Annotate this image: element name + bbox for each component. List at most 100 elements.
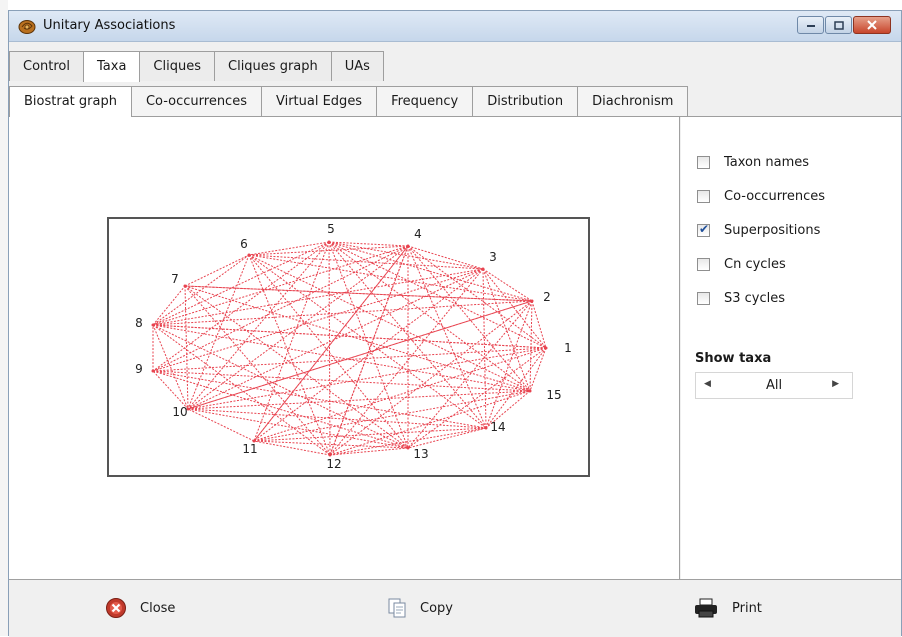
copy-icon xyxy=(388,598,406,618)
tab-co-occurrences[interactable]: Co-occurrences xyxy=(130,86,262,116)
graph-node-label-1: 1 xyxy=(564,341,572,355)
superpositions-option[interactable]: Superpositions xyxy=(697,222,820,238)
sub-tabs: Biostrat graph Co-occurrences Virtual Ed… xyxy=(9,86,689,117)
tab-control[interactable]: Control xyxy=(9,51,84,81)
graph-node-8 xyxy=(151,323,155,327)
graph-node-label-13: 13 xyxy=(413,447,428,461)
graph-node-label-3: 3 xyxy=(489,250,497,264)
tab-biostrat-graph[interactable]: Biostrat graph xyxy=(9,86,132,117)
graph-edge-4-15 xyxy=(407,245,531,392)
graph-edge-2-13 xyxy=(407,300,533,449)
graph-edge-2-15 xyxy=(529,300,533,392)
graph-node-label-14: 14 xyxy=(490,420,505,434)
graph-node-label-10: 10 xyxy=(172,405,187,419)
bottom-toolbar: Close Copy Print xyxy=(9,579,901,637)
graph-edge-4-14 xyxy=(407,245,487,429)
biostrat-graph-frame: 1 2 3 4 5 6 7 8 9 10 11 12 13 14 15 xyxy=(107,217,590,477)
app-window: Unitary Associations Control Taxa Clique… xyxy=(8,10,902,637)
s3-cycles-option[interactable]: S3 cycles xyxy=(697,291,785,306)
graph-node-13 xyxy=(406,446,410,450)
copy-label: Copy xyxy=(420,600,453,616)
graph-edge-14-13 xyxy=(407,427,487,449)
tab-frequency[interactable]: Frequency xyxy=(376,86,474,116)
taxon-names-option[interactable]: Taxon names xyxy=(697,155,809,170)
graph-edge-1-13 xyxy=(407,347,547,449)
graph-edge-9-14 xyxy=(152,370,487,429)
graph-node-14 xyxy=(484,426,488,430)
tab-taxa[interactable]: Taxa xyxy=(83,51,141,82)
graph-node-6 xyxy=(247,253,251,257)
graph-edge-5-13 xyxy=(328,241,409,449)
graph-edge-11-13 xyxy=(253,440,409,449)
graph-edge-7-15 xyxy=(184,285,531,392)
show-taxa-label: Show taxa xyxy=(695,351,772,366)
graph-node-label-5: 5 xyxy=(327,222,335,236)
graph-node-7 xyxy=(183,284,187,288)
graph-edge-3-2 xyxy=(482,268,533,302)
tab-page: 1 2 3 4 5 6 7 8 9 10 11 12 13 14 15 Taxon names Co-occ… xyxy=(9,116,901,580)
graph-node-3 xyxy=(481,267,485,271)
graph-node-9 xyxy=(151,369,155,373)
graph-node-label-7: 7 xyxy=(171,272,179,286)
tab-uas[interactable]: UAs xyxy=(330,51,384,81)
graph-edge-1-15 xyxy=(529,347,547,392)
s3-cycles-checkbox[interactable] xyxy=(697,292,710,305)
tab-distribution[interactable]: Distribution xyxy=(472,86,579,116)
printer-icon xyxy=(695,598,717,618)
maximize-button[interactable] xyxy=(825,16,852,34)
graph-node-1 xyxy=(544,346,548,350)
graph-node-label-8: 8 xyxy=(135,316,143,330)
arrow-right-icon[interactable]: ▶ xyxy=(832,379,839,389)
graph-edge-3-12 xyxy=(329,268,484,456)
graph-node-label-2: 2 xyxy=(543,290,551,304)
co-occurrences-checkbox[interactable] xyxy=(697,190,710,203)
print-label: Print xyxy=(732,600,762,616)
graph-edge-7-10 xyxy=(184,285,189,410)
show-taxa-spinner[interactable]: ◀ All ▶ xyxy=(695,372,853,399)
close-button[interactable]: Close xyxy=(105,597,175,619)
window-title: Unitary Associations xyxy=(43,18,176,33)
minimize-button[interactable] xyxy=(797,16,824,34)
print-button[interactable]: Print xyxy=(693,597,762,619)
graph-edge-7-6 xyxy=(184,254,250,287)
graph-node-4 xyxy=(406,244,410,248)
graph-node-label-4: 4 xyxy=(414,227,422,241)
minimize-icon xyxy=(806,25,815,27)
graph-edge-3-11 xyxy=(253,268,484,442)
graph-edge-5-12 xyxy=(328,241,331,456)
cn-cycles-checkbox[interactable] xyxy=(697,258,710,271)
s3-cycles-label: S3 cycles xyxy=(724,291,786,306)
copy-button[interactable]: Copy xyxy=(387,597,453,619)
tab-virtual-edges[interactable]: Virtual Edges xyxy=(260,86,378,116)
taxon-names-checkbox[interactable] xyxy=(697,156,710,169)
graph-edge-10-14 xyxy=(187,408,487,429)
taxon-names-label: Taxon names xyxy=(724,155,810,170)
close-circle-icon xyxy=(106,598,126,618)
graph-node-label-6: 6 xyxy=(240,237,248,251)
graph-edge-2-14 xyxy=(485,300,533,429)
tab-diachronism[interactable]: Diachronism xyxy=(577,86,689,116)
graph-node-label-11: 11 xyxy=(242,442,257,456)
close-window-button[interactable] xyxy=(853,16,891,34)
graph-edge-8-13 xyxy=(152,324,409,449)
close-icon xyxy=(867,20,877,30)
tab-cliques[interactable]: Cliques xyxy=(139,51,215,81)
cn-cycles-option[interactable]: Cn cycles xyxy=(697,257,786,272)
graph-node-5 xyxy=(327,240,331,244)
graph-node-label-9: 9 xyxy=(135,362,143,376)
maximize-icon xyxy=(833,20,844,30)
graph-edge-10-2 xyxy=(187,300,533,410)
graph-node-2 xyxy=(530,299,534,303)
title-bar[interactable]: Unitary Associations xyxy=(9,11,901,42)
close-label: Close xyxy=(140,600,176,616)
graph-edge-6-8 xyxy=(152,254,250,326)
show-taxa-value: All xyxy=(765,378,783,393)
graph-edge-3-10 xyxy=(187,268,484,410)
superpositions-checkbox[interactable] xyxy=(697,222,710,237)
tab-cliques-graph[interactable]: Cliques graph xyxy=(214,51,332,81)
graph-node-label-15: 15 xyxy=(546,388,561,402)
co-occurrences-option[interactable]: Co-occurrences xyxy=(697,189,825,204)
biostrat-graph: 123456789101112131415 xyxy=(135,222,572,471)
graph-edge-5-1 xyxy=(328,241,547,349)
graph-edge-5-15 xyxy=(328,241,531,392)
